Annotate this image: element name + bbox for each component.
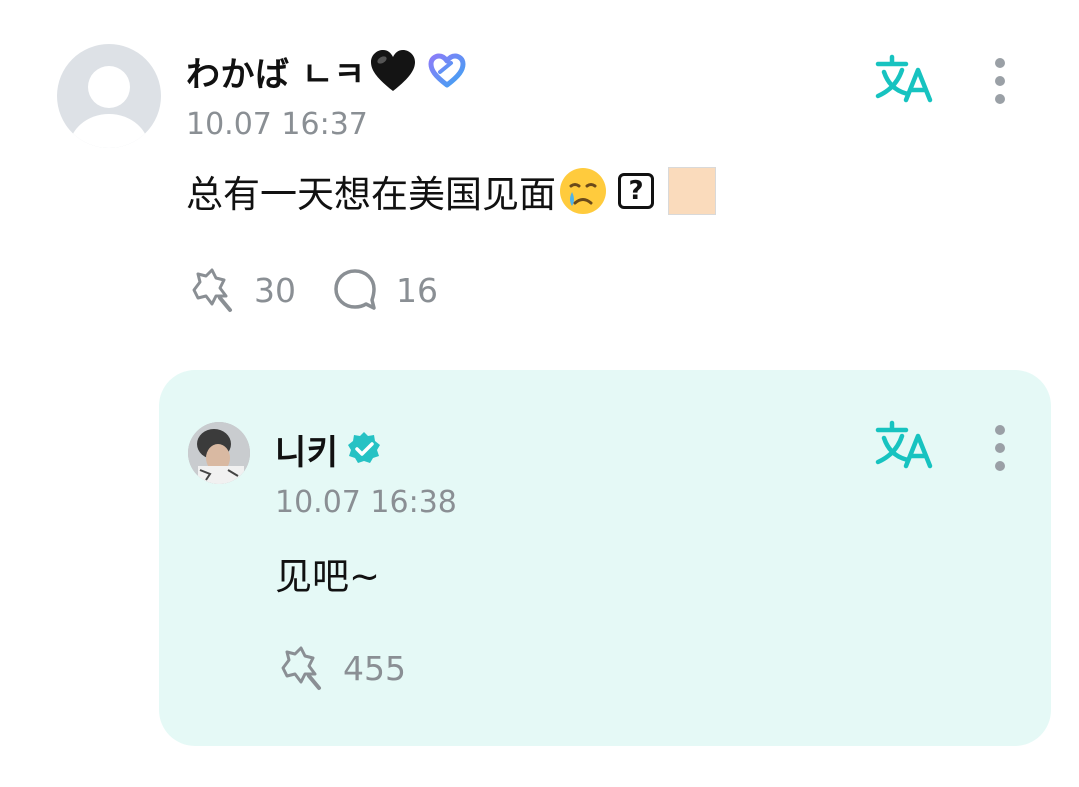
- comment-header: わかば ㄴㅋ: [186, 46, 467, 96]
- more-icon[interactable]: [993, 56, 1007, 106]
- username[interactable]: わかば ㄴㅋ: [186, 47, 365, 96]
- comment: わかば ㄴㅋ 10.07 16:37 总有一天想在美国见面 ? 30 16: [0, 0, 1079, 360]
- reply-avatar[interactable]: [188, 422, 250, 484]
- translate-icon[interactable]: [874, 54, 934, 104]
- black-heart-icon: [371, 50, 416, 91]
- reply-card: 니키 10.07 16:38 见吧~ 455: [159, 370, 1051, 746]
- comment-timestamp: 10.07 16:37: [186, 107, 368, 142]
- comment-actions: 30 16: [186, 265, 438, 315]
- like-button[interactable]: 30: [186, 266, 296, 314]
- crying-face-icon: [560, 168, 606, 214]
- comment-text: 总有一天想在美国见面: [186, 173, 556, 216]
- comment-text-row: 总有一天想在美国见面 ?: [186, 163, 716, 219]
- question-box-icon: ?: [618, 173, 654, 209]
- like-icon: [192, 268, 232, 312]
- verified-badge-icon: [347, 432, 380, 463]
- reply-button[interactable]: 16: [332, 267, 438, 313]
- like-icon: [281, 646, 321, 690]
- translate-icon[interactable]: [874, 420, 934, 470]
- purple-heart-badge-icon: [428, 53, 466, 88]
- reply-username[interactable]: 니키: [275, 425, 339, 474]
- like-count: 30: [254, 270, 296, 310]
- reply-header: 니키: [275, 424, 383, 474]
- more-icon[interactable]: [993, 423, 1007, 473]
- reply-like-button[interactable]: 455: [275, 643, 406, 693]
- reply-text: 见吧~: [275, 555, 381, 598]
- reply-count: 16: [396, 270, 438, 310]
- skin-tone-swatch: [668, 167, 716, 215]
- reply-timestamp: 10.07 16:38: [275, 485, 457, 520]
- reply-like-count: 455: [343, 648, 406, 688]
- user-avatar[interactable]: [57, 44, 161, 148]
- reply-avatar-photo: [188, 422, 250, 484]
- comment-icon: [334, 269, 376, 310]
